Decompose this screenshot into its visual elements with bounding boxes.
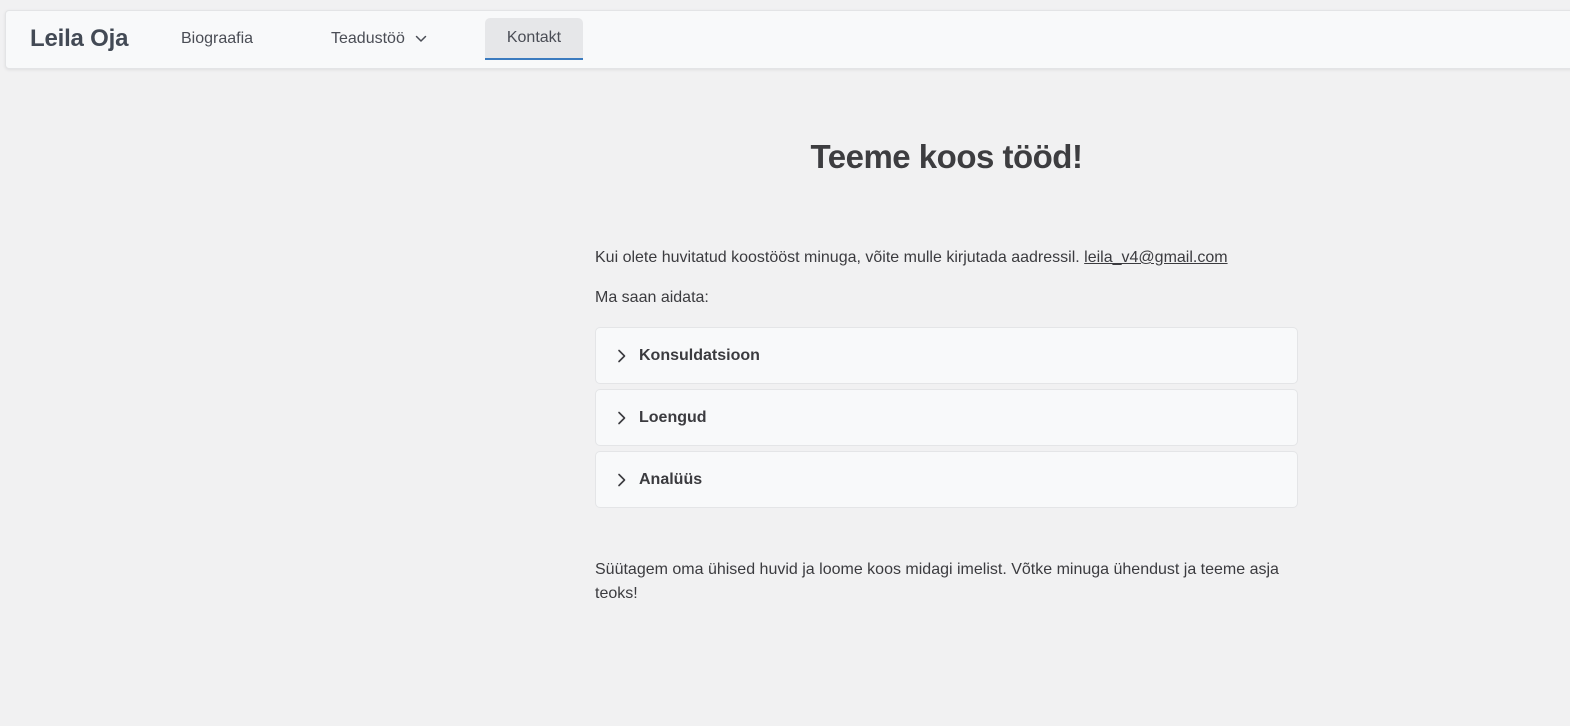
email-link[interactable]: leila_v4@gmail.com — [1084, 249, 1227, 266]
chevron-right-icon — [618, 349, 626, 362]
page-title: Teeme koos tööd! — [810, 138, 1083, 175]
closing-paragraph: Süütagem oma ühised huvid ja loome koos … — [595, 561, 1279, 602]
nav-item-biograafia[interactable]: Biograafia — [181, 30, 253, 48]
help-label: Ma saan aidata: — [595, 289, 709, 306]
brand-logo[interactable]: Leila Oja — [30, 25, 128, 53]
navbar: Leila Oja Biograafia Teadustöö Kontakt — [5, 10, 1570, 69]
intro-text: Kui olete huvitatud koostööst minuga, võ… — [595, 249, 1080, 266]
nav-item-teadustoo-label: Teadustöö — [331, 30, 405, 47]
intro-paragraph: Kui olete huvitatud koostööst minuga, võ… — [595, 249, 1315, 267]
nav-item-teadustoo[interactable]: Teadustöö — [331, 30, 427, 48]
accordion-konsuldatsioon[interactable]: Konsuldatsioon — [595, 327, 1298, 384]
accordion-title: Loengud — [639, 408, 707, 426]
nav-item-kontakt[interactable]: Kontakt — [485, 18, 583, 60]
accordion-title: Konsuldatsioon — [639, 346, 760, 364]
chevron-down-icon — [415, 35, 427, 42]
accordion-title: Analüüs — [639, 470, 703, 488]
chevron-right-icon — [618, 473, 626, 486]
accordion-analuus[interactable]: Analüüs — [595, 451, 1298, 508]
chevron-right-icon — [618, 411, 626, 424]
accordion-loengud[interactable]: Loengud — [595, 389, 1298, 446]
